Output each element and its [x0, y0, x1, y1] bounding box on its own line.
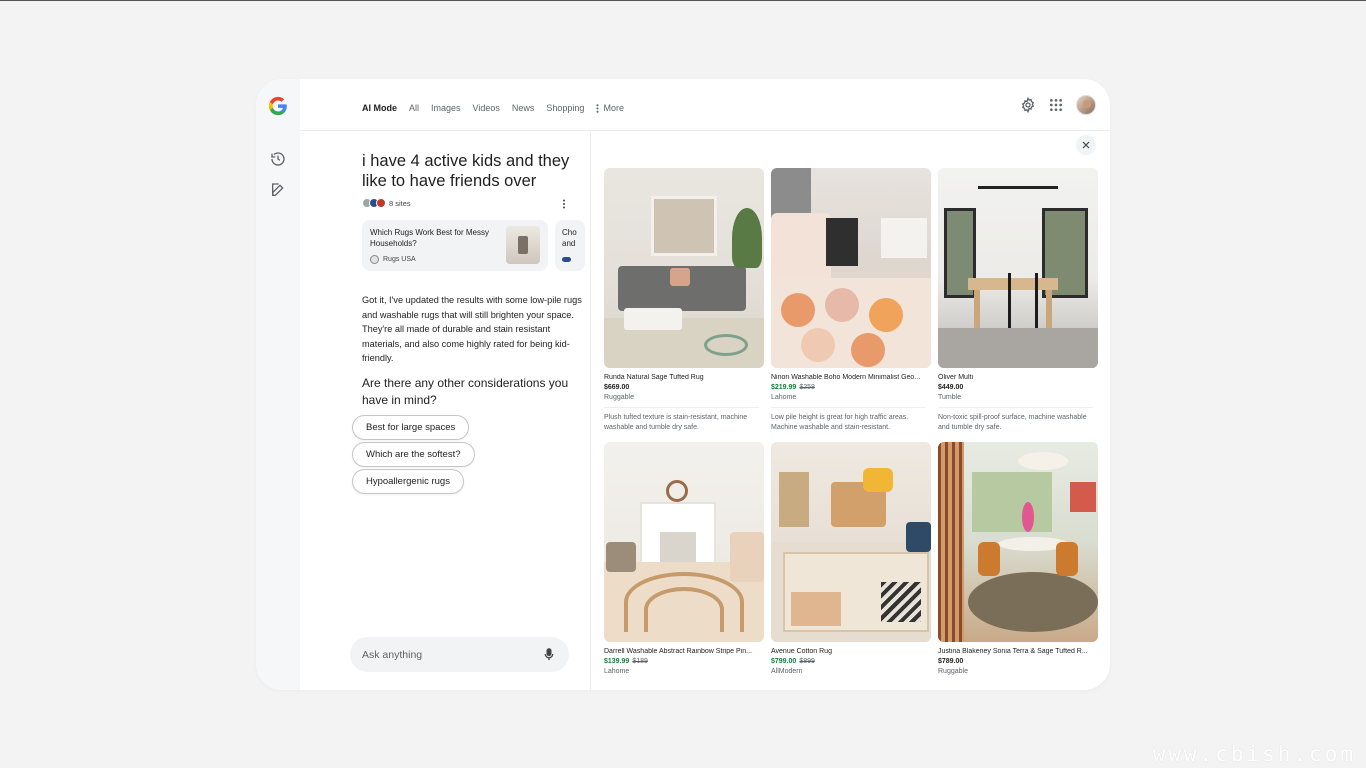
- account-avatar[interactable]: [1076, 95, 1096, 115]
- browser-window: AI Mode All Images Videos News Shopping …: [256, 79, 1110, 690]
- product-name: Justina Blakeney Sonia Terra & Sage Tuft…: [938, 648, 1088, 655]
- price-original: $899: [799, 658, 815, 665]
- source-card-site: Rugs USA: [370, 255, 416, 264]
- product-name: Oliver Multi: [938, 374, 974, 381]
- product-store: Lahome: [604, 668, 630, 675]
- product-name: Ninon Washable Boho Modern Minimalist Ge…: [771, 374, 921, 381]
- product-price: $789.00: [938, 658, 1098, 665]
- price-current: $799.00: [771, 658, 797, 665]
- more-options-icon[interactable]: [559, 199, 569, 209]
- source-card[interactable]: Which Rugs Work Best for Messy Household…: [362, 220, 548, 271]
- product-image[interactable]: [938, 168, 1098, 368]
- product-image[interactable]: [604, 168, 764, 368]
- product-store: Tumble: [938, 394, 962, 401]
- price-current: $219.99: [771, 384, 797, 391]
- site-favicon-icon: [562, 257, 571, 262]
- suggestion-chip-softest[interactable]: Which are the softest?: [352, 442, 475, 467]
- tab-images[interactable]: Images: [431, 103, 461, 113]
- product-store: Lahome: [771, 394, 797, 401]
- price-original: $258: [799, 384, 815, 391]
- tab-all[interactable]: All: [409, 103, 419, 113]
- price-original: $189: [632, 658, 648, 665]
- site-favicon-icon: [376, 198, 386, 208]
- top-border-line: [0, 0, 1366, 1]
- product-price: $799.00 $899: [771, 658, 931, 665]
- tab-videos[interactable]: Videos: [473, 103, 500, 113]
- sites-count: 8 sites: [389, 198, 411, 208]
- history-icon[interactable]: [270, 151, 286, 167]
- suggestion-chip-large-spaces[interactable]: Best for large spaces: [352, 415, 470, 440]
- suggestion-chip-hypoallergenic[interactable]: Hypoallergenic rugs: [352, 469, 464, 494]
- product-card[interactable]: Darrell Washable Abstract Rainbow Stripe…: [604, 442, 764, 675]
- top-bar: AI Mode All Images Videos News Shopping …: [300, 79, 1110, 131]
- product-store: AllModern: [771, 668, 803, 675]
- product-name: Avenue Cotton Rug: [771, 648, 832, 655]
- apps-grid-icon[interactable]: [1048, 97, 1064, 113]
- close-button[interactable]: [1076, 135, 1096, 155]
- product-image[interactable]: [771, 168, 931, 368]
- search-tabs: AI Mode All Images Videos News Shopping …: [362, 103, 636, 113]
- product-results-panel: Runda Natural Sage Tufted Rug $669.00 Ru…: [590, 131, 1110, 690]
- source-card-site-name: Rugs USA: [383, 256, 416, 263]
- product-image[interactable]: [771, 442, 931, 642]
- product-description: Non-toxic spill-proof surface, machine w…: [938, 407, 1093, 432]
- product-price: $669.00: [604, 384, 764, 391]
- tab-ai-mode[interactable]: AI Mode: [362, 103, 397, 113]
- price-current: $669.00: [604, 384, 630, 391]
- sources-summary[interactable]: 8 sites: [362, 198, 411, 208]
- ask-anything-input[interactable]: [362, 637, 532, 672]
- product-card[interactable]: Runda Natural Sage Tufted Rug $669.00 Ru…: [604, 168, 764, 432]
- product-description: Plush tufted texture is stain-resistant,…: [604, 407, 759, 432]
- price-current: $789.00: [938, 658, 964, 665]
- tab-news[interactable]: News: [512, 103, 535, 113]
- watermark: www.cbish.com: [1152, 742, 1356, 766]
- product-card[interactable]: Justina Blakeney Sonia Terra & Sage Tuft…: [938, 442, 1098, 675]
- source-card[interactable]: Cho and: [555, 220, 585, 271]
- close-icon: [1082, 141, 1090, 149]
- settings-gear-icon[interactable]: [1020, 97, 1036, 113]
- site-favicons: [362, 198, 386, 208]
- source-card-title: Cho and: [562, 228, 577, 248]
- tab-more-label: More: [603, 103, 624, 113]
- product-image[interactable]: [604, 442, 764, 642]
- ai-answer-text: Got it, I've updated the results with so…: [362, 295, 582, 363]
- product-name: Runda Natural Sage Tufted Rug: [604, 374, 704, 381]
- source-card-title: Which Rugs Work Best for Messy Household…: [370, 228, 489, 248]
- vertical-dots-icon: [596, 103, 599, 113]
- ask-box: [350, 637, 569, 672]
- new-chat-edit-icon[interactable]: [270, 182, 286, 198]
- product-price: $219.99 $258: [771, 384, 931, 391]
- ai-mode-chat-panel: i have 4 active kids and they like to ha…: [300, 131, 590, 690]
- follow-up-question: Are there any other considerations you h…: [362, 376, 569, 407]
- price-current: $449.00: [938, 384, 964, 391]
- product-name: Darrell Washable Abstract Rainbow Stripe…: [604, 648, 752, 655]
- product-card[interactable]: Oliver Multi $449.00 Tumble Non-toxic sp…: [938, 168, 1098, 432]
- product-card[interactable]: Avenue Cotton Rug $799.00 $899 AllModern: [771, 442, 931, 675]
- query-title: i have 4 active kids and they like to ha…: [362, 152, 570, 190]
- product-store: Ruggable: [938, 668, 968, 675]
- product-image[interactable]: [938, 442, 1098, 642]
- tab-shopping[interactable]: Shopping: [546, 103, 584, 113]
- site-favicon-icon: [370, 255, 379, 264]
- microphone-icon[interactable]: [543, 648, 555, 661]
- top-right-icons: [1020, 95, 1096, 115]
- product-card[interactable]: Ninon Washable Boho Modern Minimalist Ge…: [771, 168, 931, 432]
- price-current: $139.99: [604, 658, 630, 665]
- product-price: $449.00: [938, 384, 1098, 391]
- tab-more[interactable]: More: [596, 103, 624, 113]
- product-description: Low pile height is great for high traffi…: [771, 407, 926, 432]
- google-logo-icon[interactable]: [267, 95, 289, 117]
- product-store: Ruggable: [604, 394, 634, 401]
- left-rail: [256, 79, 300, 690]
- source-card-thumbnail: [506, 226, 540, 264]
- product-price: $139.99 $189: [604, 658, 764, 665]
